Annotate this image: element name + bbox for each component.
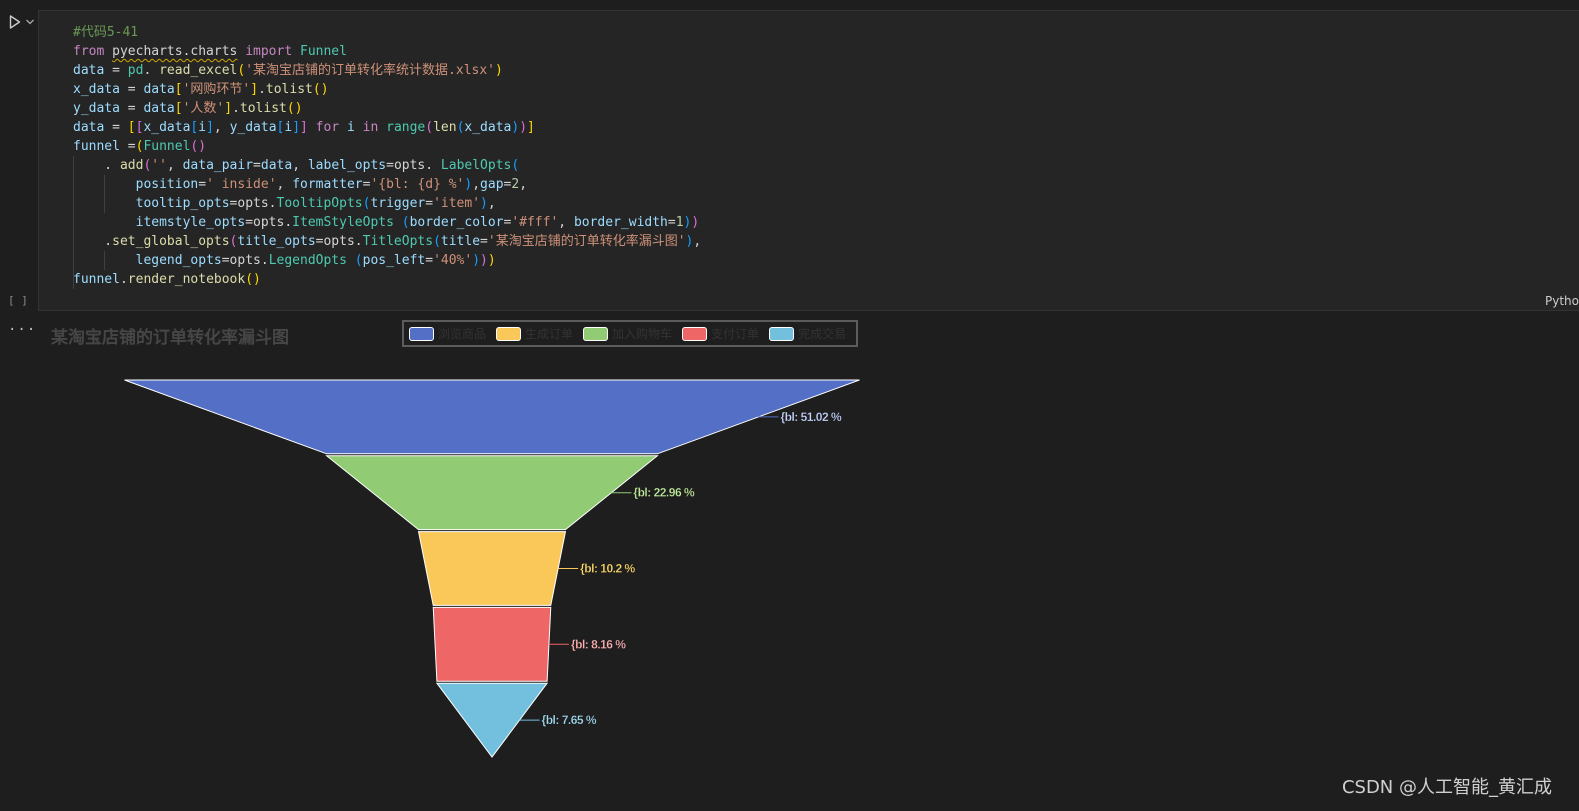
funnel-chart: {bl: 51.02 % {bl: 22.96 % {bl: 10.2 % {bl: … — [124, 379, 860, 758]
slice-label: {bl: 22.96 % — [633, 486, 695, 500]
slice-label: {bl: 51.02 % — [780, 410, 842, 424]
funnel-slice[interactable] — [124, 379, 860, 455]
funnel-slice[interactable] — [432, 606, 552, 682]
funnel-slice[interactable] — [417, 531, 567, 606]
slice-label: {bl: 7.65 % — [542, 713, 597, 727]
funnel-slice[interactable] — [325, 455, 659, 531]
watermark: CSDN @人工智能_黄汇成 — [1341, 777, 1552, 798]
slice-label: {bl: 8.16 % — [571, 637, 626, 651]
slice-label: {bl: 10.2 % — [580, 562, 635, 576]
notebook-view: [ ] ... #代码5-41 from pyecharts.charts imp… — [0, 0, 1579, 811]
